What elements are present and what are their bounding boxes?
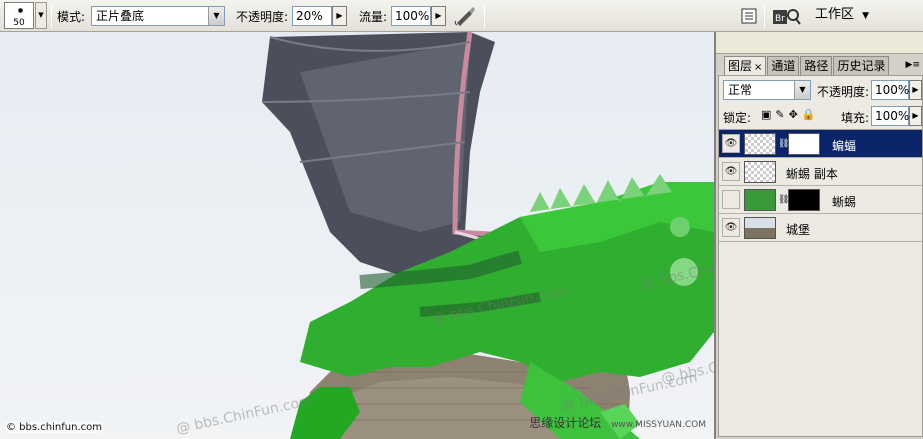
fill-slider-button[interactable]: ▶ xyxy=(909,106,922,126)
site-credit: 思缘设计论坛 www.MISSYUAN.COM xyxy=(529,414,706,431)
blend-mode-value: 正常 xyxy=(728,83,753,97)
lock-icons: ▣✎✥🔒 xyxy=(761,108,820,121)
options-bar: 50 ▼ 模式: 正片叠底 ▼ 不透明度: 20% ▶ 流量: 100% ▶ B… xyxy=(0,0,923,32)
layer-thumbnail xyxy=(744,161,776,183)
eye-icon[interactable]: 👁 xyxy=(722,134,740,153)
layers-panel: 图层 × 通道 路径 历史记录 ▶≡ 正常 ▼ 不透明度: 100% ▶ 锁定: … xyxy=(714,32,923,439)
fill-label: 填充: xyxy=(841,111,870,125)
workspace-menu[interactable]: 工作区 ▼ xyxy=(809,4,871,26)
lock-all-icon[interactable]: 🔒 xyxy=(802,108,820,121)
fill-input[interactable]: 100% xyxy=(871,106,909,126)
layer-row[interactable]: 👁 蜥蜴 副本 xyxy=(719,158,922,186)
layer-row[interactable]: 👁 城堡 xyxy=(719,214,922,242)
tab-channels[interactable]: 通道 xyxy=(767,56,800,75)
layer-name: 蜥蜴 副本 xyxy=(786,167,838,181)
brush-tip-icon xyxy=(18,8,23,13)
panel-menu-icon[interactable]: ▶≡ xyxy=(906,60,920,70)
eye-icon[interactable]: 👁 xyxy=(722,218,740,237)
chevron-down-icon: ▼ xyxy=(862,11,870,21)
tab-history[interactable]: 历史记录 xyxy=(833,56,890,75)
layer-opacity-input[interactable]: 100% xyxy=(871,80,909,100)
site-credit-url: www.MISSYUAN.COM xyxy=(611,420,706,430)
chevron-down-icon[interactable]: ▼ xyxy=(208,7,224,25)
tab-paths[interactable]: 路径 xyxy=(800,56,833,75)
tab-layers-label: 图层 xyxy=(728,59,753,73)
document-canvas[interactable]: @ bbs.ChinFun.com @ bbs.ChinFun.com @ bb… xyxy=(0,32,714,439)
eye-icon[interactable]: 👁 xyxy=(722,162,740,181)
layer-mask-thumbnail[interactable] xyxy=(788,133,820,155)
flow-label: 流量: xyxy=(359,10,388,24)
panel-tabs: 图层 × 通道 路径 历史记录 xyxy=(724,56,890,75)
palette-well-icon[interactable] xyxy=(739,5,759,27)
corner-credit: © bbs.chinfun.com xyxy=(6,422,102,433)
opacity-slider-button[interactable]: ▶ xyxy=(332,6,347,26)
layer-name: 蜥蜴 xyxy=(832,195,857,209)
layer-thumbnail xyxy=(744,133,776,155)
layer-opacity-slider-button[interactable]: ▶ xyxy=(909,80,922,100)
panel-title-bar[interactable] xyxy=(716,32,923,54)
divider xyxy=(484,3,485,28)
tab-layers[interactable]: 图层 × xyxy=(724,56,767,75)
layer-name: 蝙蝠 xyxy=(832,139,857,153)
divider xyxy=(764,3,765,28)
brush-preset-dropdown[interactable]: ▼ xyxy=(35,2,47,29)
lock-position-icon[interactable]: ✥ xyxy=(789,108,802,121)
layer-row[interactable]: 👁 ⛓ 蝙蝠 xyxy=(719,130,922,158)
link-icon[interactable]: ⛓ xyxy=(778,138,789,150)
layer-thumbnail xyxy=(744,217,776,239)
layer-row[interactable]: · ⛓ 蜥蜴 xyxy=(719,186,922,214)
opacity-input[interactable]: 20% xyxy=(292,6,332,26)
flow-slider-button[interactable]: ▶ xyxy=(431,6,446,26)
layer-opacity-label: 不透明度: xyxy=(817,85,870,99)
layers-panel-body: 正常 ▼ 不透明度: 100% ▶ 锁定: ▣✎✥🔒 填充: 100% ▶ 👁 … xyxy=(718,75,923,437)
bridge-icon[interactable]: Br xyxy=(771,5,801,27)
mode-label: 模式: xyxy=(57,10,86,24)
site-credit-name: 思缘设计论坛 xyxy=(529,416,602,430)
airbrush-icon[interactable] xyxy=(453,5,477,27)
layer-name: 城堡 xyxy=(786,223,811,237)
opacity-label: 不透明度: xyxy=(236,10,289,24)
eye-icon[interactable]: · xyxy=(722,190,740,209)
chevron-down-icon[interactable]: ▼ xyxy=(794,81,810,99)
blend-mode-select[interactable]: 正常 ▼ xyxy=(723,80,811,100)
mode-select[interactable]: 正片叠底 ▼ xyxy=(91,6,225,26)
composite-artwork xyxy=(261,32,714,439)
workspace-label: 工作区 xyxy=(815,7,855,22)
lock-image-icon[interactable]: ✎ xyxy=(775,108,788,121)
layer-mask-thumbnail[interactable] xyxy=(788,189,820,211)
layer-list: 👁 ⛓ 蝙蝠 👁 蜥蜴 副本 · ⛓ 蜥蜴 👁 城堡 xyxy=(719,129,922,249)
brush-preset-picker[interactable]: 50 xyxy=(4,2,34,29)
link-icon[interactable]: ⛓ xyxy=(778,194,789,206)
lock-label: 锁定: xyxy=(723,111,752,125)
lock-transparent-icon[interactable]: ▣ xyxy=(761,108,775,121)
divider xyxy=(51,3,52,28)
layer-thumbnail xyxy=(744,189,776,211)
close-icon[interactable]: × xyxy=(754,62,762,73)
svg-text:Br: Br xyxy=(775,14,785,24)
brush-size-value: 50 xyxy=(13,18,25,28)
mode-select-value: 正片叠底 xyxy=(96,9,145,23)
flow-input[interactable]: 100% xyxy=(391,6,431,26)
